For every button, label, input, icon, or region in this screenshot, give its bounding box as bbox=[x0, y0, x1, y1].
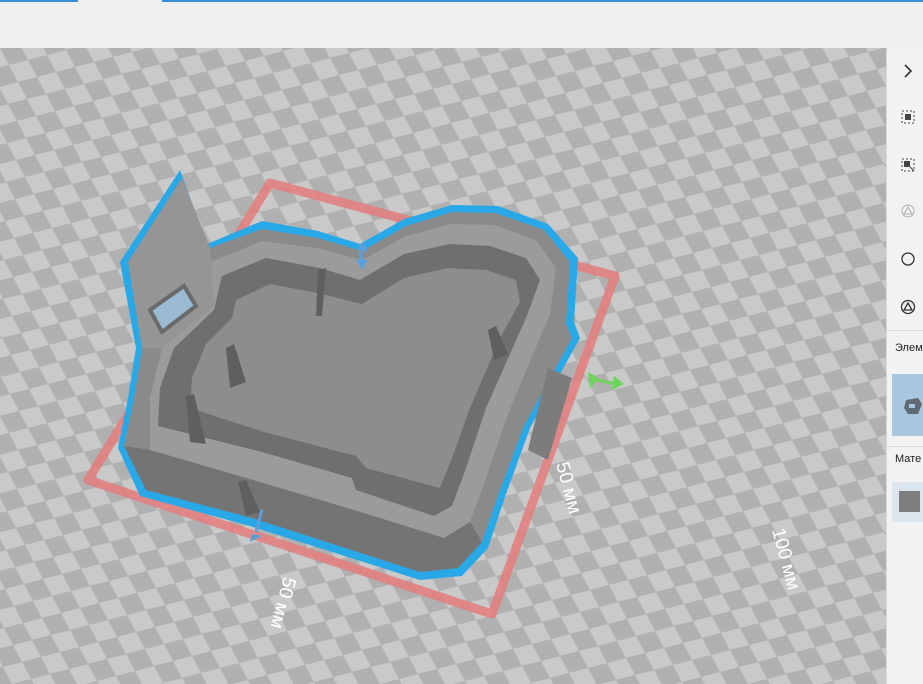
panel-divider bbox=[887, 446, 923, 447]
model-thumbnail-icon bbox=[904, 398, 922, 414]
reset-orientation-icon bbox=[895, 198, 921, 224]
elements-section-label: Элем bbox=[895, 342, 923, 354]
active-tab-indicator bbox=[0, 0, 78, 2]
scene-canvas[interactable]: 50 мм 50 мм 100 мм bbox=[0, 48, 886, 684]
material-section-label: Мате bbox=[895, 453, 922, 465]
material-swatch-button[interactable] bbox=[892, 482, 923, 522]
deselect-icon[interactable] bbox=[895, 152, 921, 178]
element-thumbnail[interactable] bbox=[892, 374, 923, 436]
panel-divider bbox=[887, 330, 923, 331]
triangle-in-circle-icon[interactable] bbox=[895, 294, 921, 320]
right-panel: Элем Мате bbox=[886, 48, 923, 684]
circle-icon[interactable] bbox=[895, 246, 921, 272]
chevron-right-icon[interactable] bbox=[895, 58, 921, 84]
select-all-icon[interactable] bbox=[895, 104, 921, 130]
3d-viewport[interactable]: 50 мм 50 мм 100 мм bbox=[0, 48, 886, 684]
material-color-swatch bbox=[899, 491, 920, 512]
tab-indicator bbox=[162, 0, 923, 2]
title-bar bbox=[0, 0, 923, 48]
